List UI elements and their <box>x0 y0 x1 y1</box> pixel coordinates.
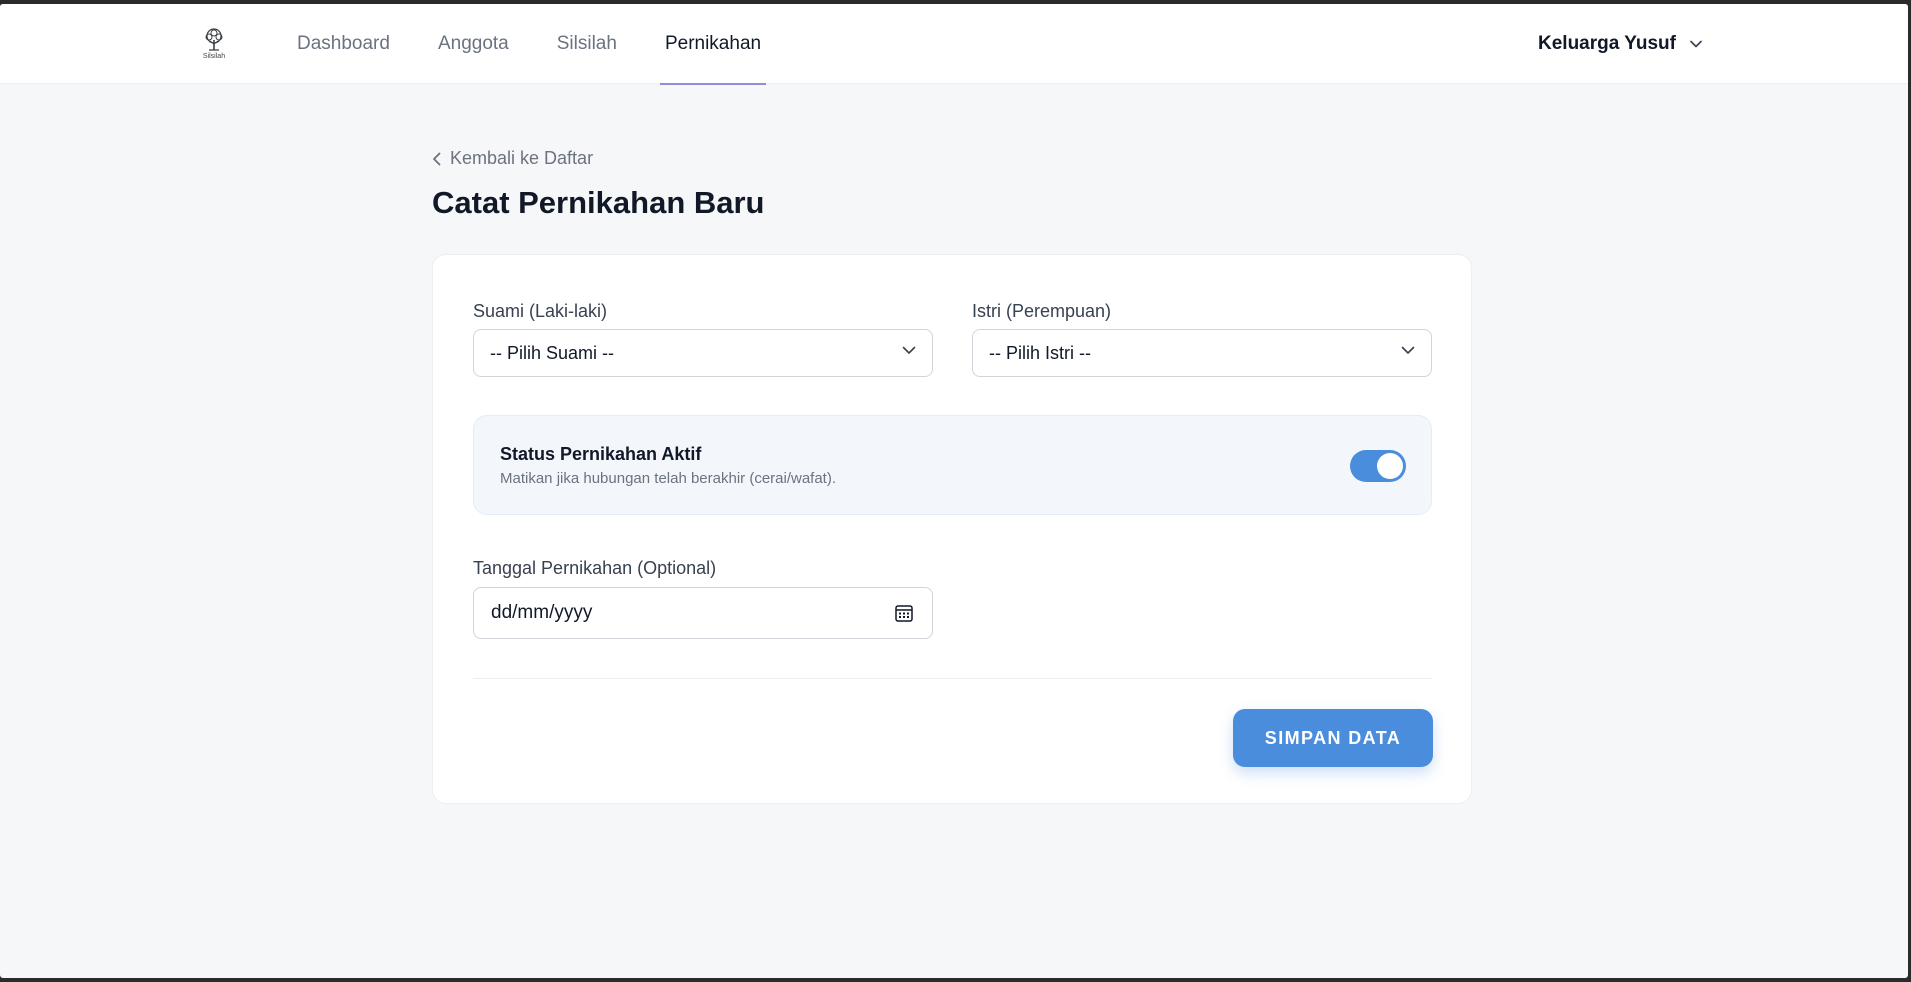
husband-select-value: -- Pilih Suami -- <box>490 342 615 363</box>
back-link-label: Kembali ke Daftar <box>450 148 594 168</box>
date-label: Tanggal Pernikahan (Optional) <box>473 558 717 578</box>
calendar-icon[interactable] <box>894 603 914 623</box>
toggle-knob <box>1377 453 1403 479</box>
wife-label: Istri (Perempuan) <box>972 301 1112 321</box>
husband-label: Suami (Laki-laki) <box>473 301 608 321</box>
nav-pernikahan[interactable]: Pernikahan <box>659 4 767 85</box>
page-title: Catat Pernikahan Baru <box>432 185 765 220</box>
nav-dashboard[interactable]: Dashboard <box>292 4 395 84</box>
form-divider <box>473 678 1432 679</box>
status-title: Status Pernikahan Aktif <box>500 444 702 464</box>
app-logo[interactable]: Silsilah <box>198 28 230 62</box>
main-nav: Dashboard Anggota Silsilah Pernikahan <box>292 4 804 85</box>
date-placeholder: dd/mm/yyyy <box>491 602 593 623</box>
husband-select[interactable]: -- Pilih Suami -- <box>473 329 933 377</box>
browser-window: Silsilah Dashboard Anggota Silsilah Pern… <box>0 4 1908 978</box>
chevron-down-icon <box>1690 40 1702 48</box>
family-selector[interactable]: Keluarga Yusuf <box>1538 4 1702 84</box>
chevron-left-icon <box>433 152 441 165</box>
chevron-down-icon <box>902 346 916 354</box>
active-status-toggle[interactable] <box>1350 450 1406 482</box>
logo-text: Silsilah <box>202 53 226 60</box>
nav-silsilah[interactable]: Silsilah <box>552 4 622 84</box>
top-navigation: Silsilah Dashboard Anggota Silsilah Pern… <box>0 4 1908 85</box>
marriage-form-card: Suami (Laki-laki) -- Pilih Suami -- Istr… <box>432 254 1472 804</box>
marriage-date-input[interactable]: dd/mm/yyyy <box>473 587 933 639</box>
chevron-down-icon <box>1401 346 1415 354</box>
tree-logo-icon <box>205 28 223 51</box>
wife-select-value: -- Pilih Istri -- <box>989 342 1091 363</box>
family-selector-label: Keluarga Yusuf <box>1538 33 1676 54</box>
back-to-list-link[interactable]: Kembali ke Daftar <box>432 148 593 169</box>
marriage-status-panel: Status Pernikahan Aktif Matikan jika hub… <box>473 415 1432 515</box>
wife-select[interactable]: -- Pilih Istri -- <box>972 329 1432 377</box>
nav-anggota[interactable]: Anggota <box>433 4 514 84</box>
status-description: Matikan jika hubungan telah berakhir (ce… <box>500 470 837 487</box>
save-button[interactable]: SIMPAN DATA <box>1233 709 1433 767</box>
